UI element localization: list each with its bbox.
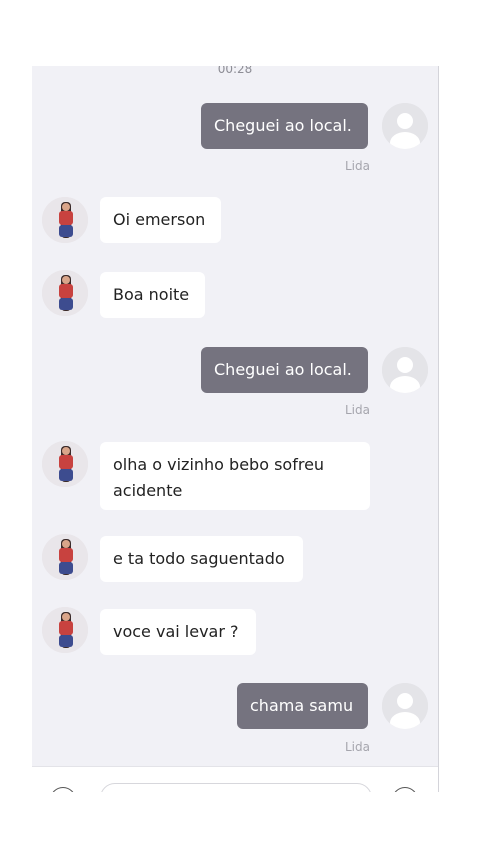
contact-avatar-icon[interactable]: [42, 197, 88, 243]
emoji-icon[interactable]: [392, 787, 418, 792]
message-bubble-incoming[interactable]: Boa noite: [100, 272, 205, 318]
my-avatar-icon[interactable]: [382, 103, 428, 149]
message-bubble-incoming[interactable]: e ta todo saguentado: [100, 536, 303, 582]
my-avatar-icon[interactable]: [382, 347, 428, 393]
contact-avatar-icon[interactable]: [42, 607, 88, 653]
read-receipt: Lida: [345, 403, 370, 417]
voice-icon[interactable]: [50, 787, 76, 792]
message-bubble-outgoing[interactable]: chama samu: [237, 683, 368, 729]
message-input[interactable]: [100, 783, 372, 792]
message-input-bar: [32, 766, 438, 792]
contact-avatar-icon[interactable]: [42, 534, 88, 580]
message-bubble-incoming[interactable]: Oi emerson: [100, 197, 221, 243]
contact-avatar-icon[interactable]: [42, 270, 88, 316]
contact-avatar-icon[interactable]: [42, 441, 88, 487]
message-bubble-outgoing[interactable]: Cheguei ao local.: [201, 347, 368, 393]
my-avatar-icon[interactable]: [382, 683, 428, 729]
chat-timestamp: 00:28: [217, 66, 253, 76]
message-bubble-incoming[interactable]: voce vai levar ?: [100, 609, 256, 655]
read-receipt: Lida: [345, 740, 370, 754]
message-bubble-incoming[interactable]: olha o vizinho bebo sofreu acidente: [100, 442, 370, 510]
chat-screen: 00:28 Cheguei ao local. Lida Oi emerson …: [32, 66, 439, 792]
read-receipt: Lida: [345, 159, 370, 173]
message-bubble-outgoing[interactable]: Cheguei ao local.: [201, 103, 368, 149]
